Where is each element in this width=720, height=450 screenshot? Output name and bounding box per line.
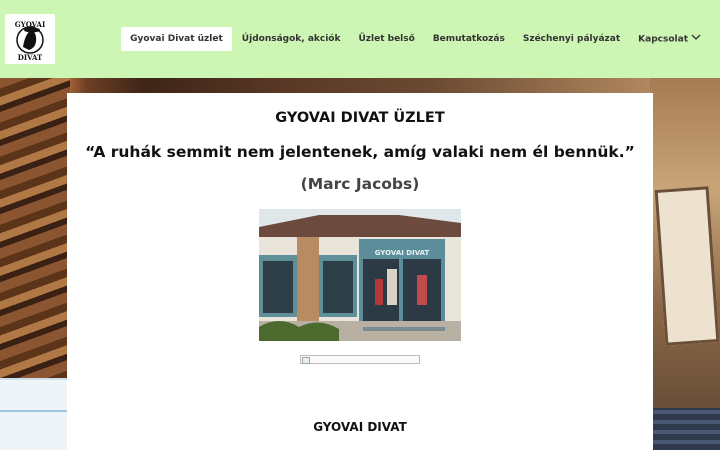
broken-image-icon bbox=[300, 355, 420, 364]
section-heading: GYOVAI DIVAT bbox=[313, 420, 407, 434]
chevron-down-icon bbox=[691, 27, 701, 51]
site-logo[interactable]: GYOVAI DIVAT bbox=[5, 14, 55, 64]
nav-item-ujdonsagok-akciok[interactable]: Újdonságok, akciók bbox=[233, 27, 350, 51]
logo-icon: GYOVAI DIVAT bbox=[15, 20, 46, 62]
nav-item-uzlet-belso[interactable]: Üzlet belső bbox=[349, 27, 423, 51]
quote-author: (Marc Jacobs) bbox=[300, 175, 420, 193]
nav-item-bemutatkozas[interactable]: Bemutatkozás bbox=[424, 27, 514, 51]
site-header: GYOVAI DIVAT Gyovai Divat üzlet Újdonság… bbox=[0, 0, 720, 78]
shop-front-photo: GYOVAI DIVAT bbox=[259, 209, 461, 341]
nav-item-szechenyi-palyazat[interactable]: Széchenyi pályázat bbox=[514, 27, 629, 51]
svg-text:DIVAT: DIVAT bbox=[18, 53, 43, 62]
svg-text:GYOVAI DIVAT: GYOVAI DIVAT bbox=[375, 249, 430, 257]
main-navigation: Gyovai Divat üzlet Újdonságok, akciók Üz… bbox=[121, 27, 710, 51]
background-picture-frame bbox=[654, 186, 720, 346]
content-card: GYOVAI DIVAT ÜZLET “A ruhák semmit nem j… bbox=[67, 93, 653, 450]
page-title: GYOVAI DIVAT ÜZLET bbox=[275, 110, 445, 126]
svg-text:GYOVAI: GYOVAI bbox=[15, 20, 46, 29]
background-shelf bbox=[650, 408, 720, 450]
nav-item-kapcsolat-label: Kapcsolat bbox=[638, 34, 688, 45]
quote-text: “A ruhák semmit nem jelentenek, amíg val… bbox=[85, 143, 635, 161]
background-cloth bbox=[0, 378, 70, 450]
nav-item-gyovai-divat-uzlet[interactable]: Gyovai Divat üzlet bbox=[121, 27, 232, 51]
nav-item-kapcsolat[interactable]: Kapcsolat bbox=[629, 27, 710, 51]
